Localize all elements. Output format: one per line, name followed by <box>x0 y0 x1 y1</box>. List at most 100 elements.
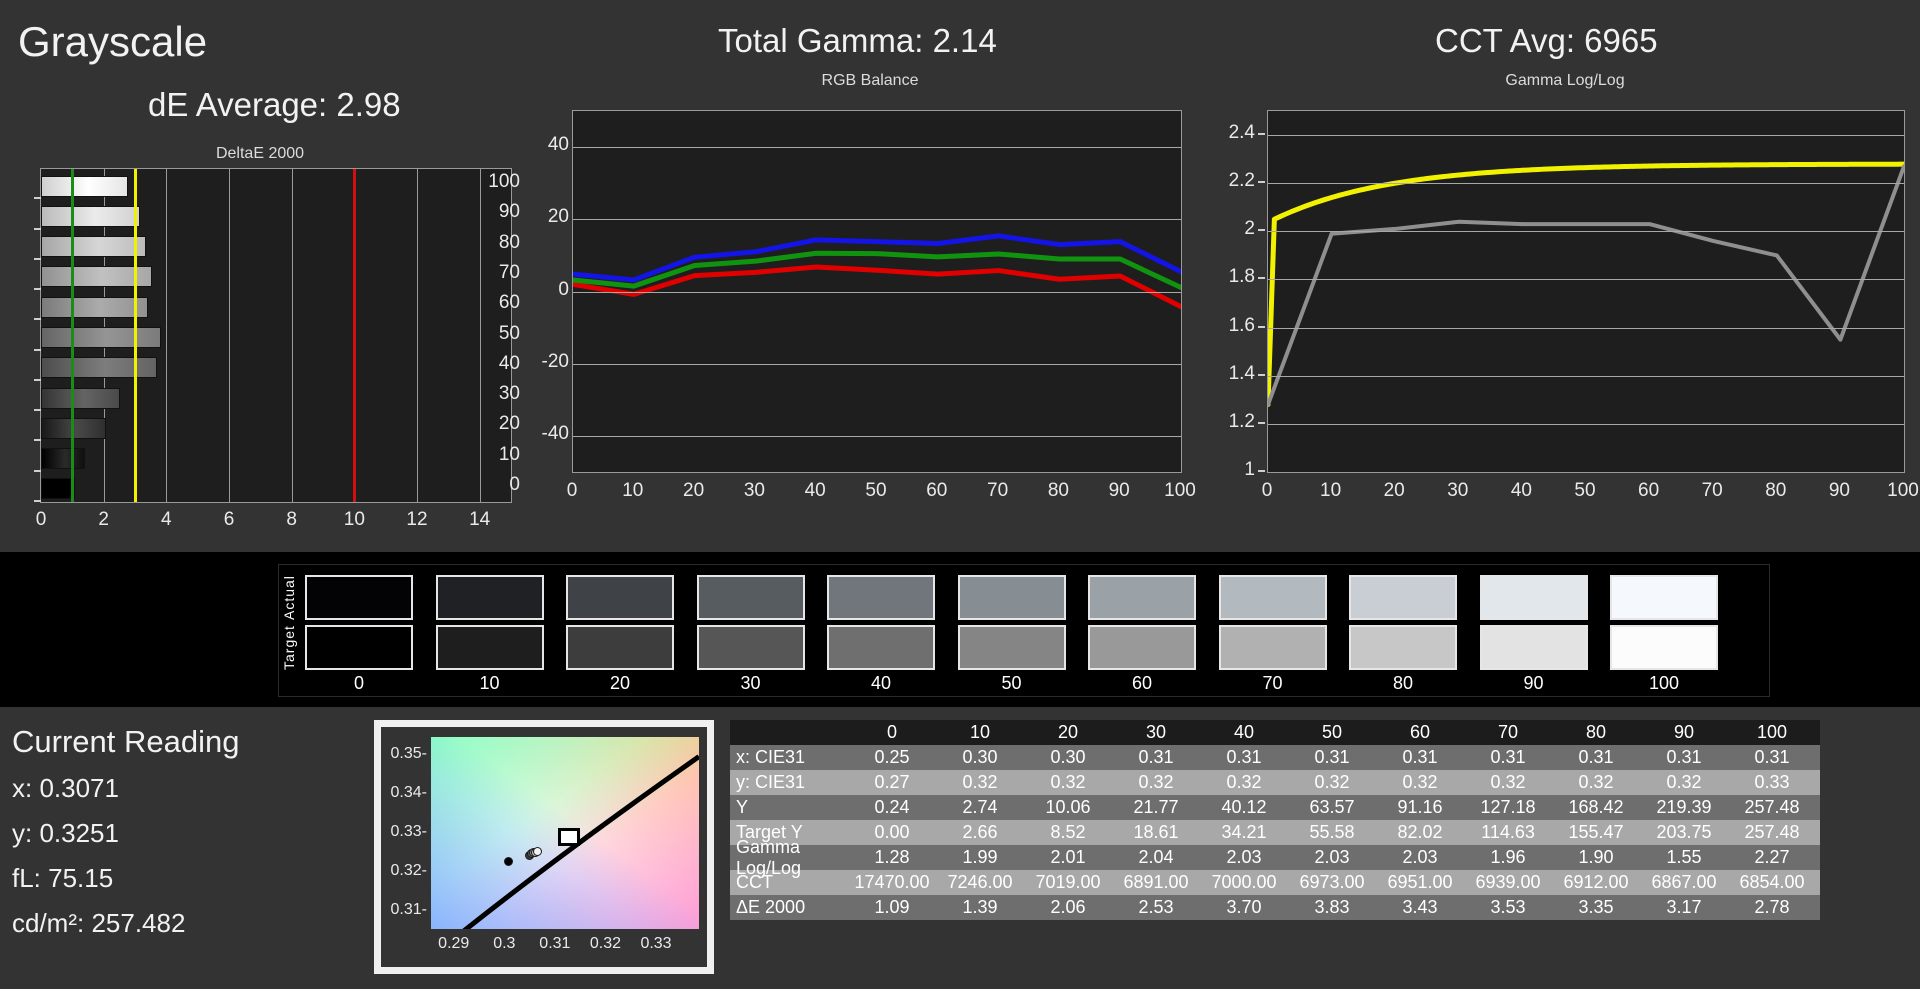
de-average-readout: dE Average: 2.98 <box>148 86 401 123</box>
table-cell: 2.53 <box>1138 897 1174 917</box>
deltae-y-tick-label: 90 <box>498 201 520 223</box>
current-reading-line: cd/m²: 257.482 <box>12 908 186 938</box>
deltae-x-tick-label: 8 <box>286 509 297 530</box>
deltae-bar <box>41 327 161 348</box>
gamma-loglog-x-tick-label: 50 <box>1574 480 1596 501</box>
deltae-reference-line-red-threshold <box>353 169 357 502</box>
deltae-y-tick-label: 0 <box>509 473 520 495</box>
rgb-balance-y-tick-label: 40 <box>547 134 569 156</box>
table-column-header: 100 <box>1756 722 1788 742</box>
table-cell: 0.31 <box>1402 747 1438 767</box>
patch-target <box>827 625 935 670</box>
table-column-header: 10 <box>969 722 991 742</box>
gamma-loglog-x-tick-label: 20 <box>1383 480 1405 501</box>
bottom-section: Current Reading x: 0.3071 y: 0.3251 fL: 75… <box>0 707 1920 989</box>
gamma-loglog-gridline <box>1268 183 1904 185</box>
patch-target <box>1349 625 1457 670</box>
table-cell: 0.30 <box>962 747 998 767</box>
rgb-balance-gridline <box>573 291 1181 293</box>
page-title: Grayscale <box>18 18 208 65</box>
gamma-loglog-gridline <box>1268 231 1904 233</box>
cie-y-tick-label: 0.35- <box>390 744 427 762</box>
cie-y-tick-label: 0.31- <box>390 901 427 919</box>
deltae-gridline <box>166 169 168 502</box>
gamma-loglog-x-tick-label: 0 <box>1261 480 1273 501</box>
deltae-gridline <box>291 169 293 502</box>
deltae-y-tick <box>34 318 41 321</box>
table-cell: 2.03 <box>1402 847 1438 867</box>
table-cell: 6867.00 <box>1651 872 1717 892</box>
rgb-balance-gridline <box>573 435 1181 437</box>
gamma-loglog-gridline <box>1268 423 1904 425</box>
table-row-label: ΔE 2000 <box>736 897 806 917</box>
deltae-y-tick <box>34 288 41 291</box>
table-column-header: 20 <box>1057 722 1079 742</box>
table-cell: 34.21 <box>1221 822 1267 842</box>
gamma-loglog-chart-title: Gamma Log/Log <box>1505 72 1625 89</box>
table-cell: 63.57 <box>1309 797 1355 817</box>
table-cell: 7019.00 <box>1035 872 1101 892</box>
table-cell: 0.32 <box>1402 772 1438 792</box>
cie-inner-frame: 0.35- 0.34- 0.33- 0.32- 0.31- 0.29 0.3 0.31 0.32… <box>381 727 707 967</box>
gamma-loglog-gridline <box>1268 279 1904 281</box>
gamma-loglog-x-tick-label: 80 <box>1765 480 1787 501</box>
deltae-bar <box>41 357 157 379</box>
cie-target-marker <box>557 827 580 846</box>
table-cell: 0.00 <box>874 822 910 842</box>
patch-target <box>1218 625 1327 670</box>
gamma-loglog-chart[interactable]: Gamma Log/Log 1 1.2 1.4 1.6 1.8 2 2.2 2.4 0 10 20 3… <box>1220 72 1919 530</box>
cie-chromaticity-diagram[interactable]: 0.35- 0.34- 0.33- 0.32- 0.31- 0.29 0.3 0.31 0.32… <box>374 720 714 974</box>
table-cell: 168.42 <box>1568 797 1624 817</box>
patch-actual <box>566 575 674 620</box>
cie-x-tick-label: 0.32 <box>589 935 621 952</box>
table-cell: 3.17 <box>1666 897 1702 917</box>
table-cell: 2.03 <box>1314 847 1350 867</box>
table-cell: 3.35 <box>1578 897 1614 917</box>
patch-actual <box>305 575 413 620</box>
table-cell: 2.66 <box>962 822 998 842</box>
gamma-loglog-series-target <box>1265 161 1907 408</box>
table-row-label: Y <box>736 797 749 817</box>
table-cell: 6891.00 <box>1123 872 1189 892</box>
patch-target <box>435 625 544 670</box>
table-row: ΔE 2000 1.09 1.39 2.06 2.53 3.70 3.83 3.43 3.53 3… <box>730 895 1820 920</box>
deltae-2000-chart[interactable]: DeltaE 2000 0 10 20 30 40 50 60 70 80 90 100 0 2 4 6 8 1… <box>0 145 520 530</box>
table-cell: 7000.00 <box>1211 872 1277 892</box>
table-column-header: 80 <box>1585 722 1607 742</box>
table-cell: 0.31 <box>1490 747 1526 767</box>
patch-level-label: 10 <box>479 673 500 693</box>
table-cell: 2.27 <box>1754 847 1790 867</box>
gamma-loglog-y-tick <box>1258 181 1265 184</box>
rgb-balance-gridline <box>573 219 1181 221</box>
gamma-loglog-y-tick <box>1258 229 1265 232</box>
table-cell: 6939.00 <box>1475 872 1541 892</box>
deltae-gridline <box>229 169 230 502</box>
patch-level-label: 80 <box>1392 673 1414 693</box>
patch-actual <box>696 575 805 620</box>
gamma-loglog-y-tick <box>1258 133 1265 136</box>
table-cell: 2.01 <box>1050 847 1086 867</box>
table-cell: 10.06 <box>1045 797 1091 817</box>
table-cell: 2.03 <box>1226 847 1262 867</box>
patch-level-label: 90 <box>1523 673 1544 693</box>
table-cell: 0.32 <box>1138 772 1174 792</box>
rgb-balance-plot-area <box>570 110 1184 473</box>
deltae-bar <box>41 175 129 197</box>
patch-target <box>1088 625 1196 670</box>
table-row-label: x: CIE31 <box>736 747 806 767</box>
patch-strip-section: Actual Target 0 10 20 30 40 50 60 70 80 90 100 <box>0 552 1920 707</box>
table-row-label: CCT <box>736 872 773 892</box>
table-cell: 1.09 <box>874 897 910 917</box>
rgb-balance-x-tick-label: 0 <box>566 480 578 501</box>
patch-target <box>305 625 413 670</box>
deltae-x-tick-label: 6 <box>223 509 235 530</box>
rgb-balance-y-tick-label: 20 <box>547 206 569 228</box>
gamma-loglog-x-tick-label: 90 <box>1828 480 1850 501</box>
current-reading-line: fL: 75.15 <box>12 863 114 893</box>
rgb-balance-x-tick-label: 20 <box>683 480 705 501</box>
table-cell: 6912.00 <box>1563 872 1629 892</box>
planckian-locus <box>462 754 699 929</box>
table-cell: 0.31 <box>1226 747 1262 767</box>
table-cell: 114.63 <box>1481 822 1535 842</box>
rgb-balance-chart[interactable]: RGB Balance -40 -20 0 20 40 0 10 20 30 40 50 60 70 80… <box>542 72 1196 530</box>
